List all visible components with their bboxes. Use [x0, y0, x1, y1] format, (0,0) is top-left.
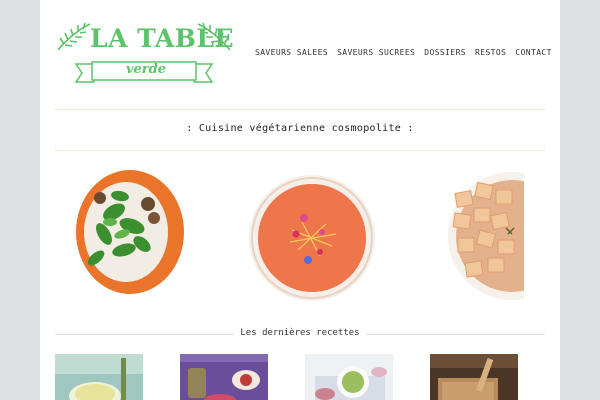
- hero-image-soup[interactable]: [246, 174, 378, 306]
- site-tagline: : Cuisine végétarienne cosmopolite :: [186, 123, 414, 134]
- page-margin-right: [560, 0, 600, 400]
- recipe-thumb-3[interactable]: [305, 354, 393, 400]
- hero-image-salad[interactable]: [74, 170, 186, 302]
- site-logo[interactable]: LA TABLE verde: [56, 16, 235, 88]
- divider-top: [55, 109, 545, 110]
- page-margin-left: [0, 0, 40, 400]
- main-nav: SAVEURS SALEES SAVEURS SUCREES DOSSIERS …: [255, 48, 552, 57]
- latest-recipes-title: Les dernières recettes: [234, 328, 366, 338]
- recipe-thumb-4[interactable]: [430, 354, 518, 400]
- hero-image-tofu-curry[interactable]: [444, 170, 524, 302]
- logo-title: LA TABLE: [90, 24, 235, 53]
- divider-bottom: [55, 150, 545, 151]
- logo-subtitle: verde: [125, 62, 167, 77]
- nav-item-contact[interactable]: CONTACT: [515, 48, 552, 57]
- page-container: LA TABLE verde SAVEURS SALEES SAVEURS SU…: [40, 0, 560, 400]
- nav-item-saveurs-salees[interactable]: SAVEURS SALEES: [255, 48, 328, 57]
- nav-item-dossiers[interactable]: DOSSIERS: [424, 48, 466, 57]
- nav-item-saveurs-sucrees[interactable]: SAVEURS SUCREES: [337, 48, 415, 57]
- recipe-thumb-1[interactable]: [55, 354, 143, 400]
- nav-item-restos[interactable]: RESTOS: [475, 48, 506, 57]
- recipe-thumb-2[interactable]: [180, 354, 268, 400]
- latest-recipes-header: Les dernières recettes: [55, 326, 545, 342]
